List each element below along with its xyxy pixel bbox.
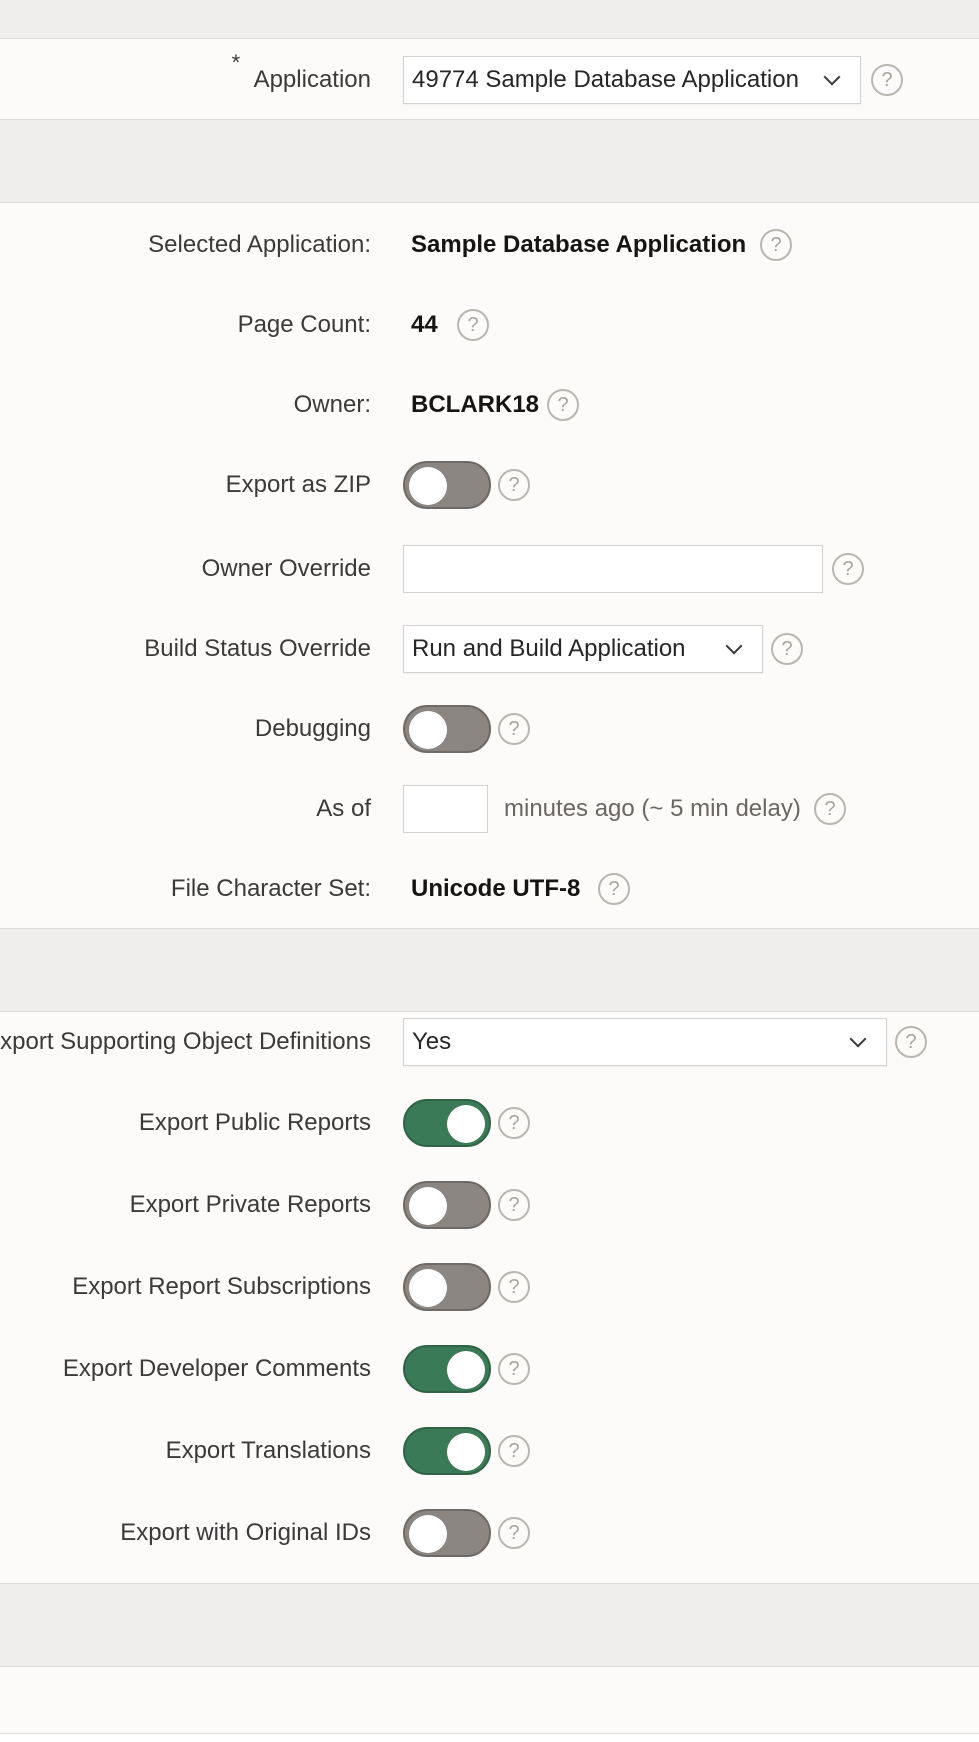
developer-comments-toggle[interactable] bbox=[403, 1345, 491, 1393]
help-icon[interactable]: ? bbox=[498, 1107, 530, 1139]
supporting-objects-label: Export Supporting Object Definitions bbox=[0, 1028, 371, 1055]
public-reports-row: Export Public Reports ? bbox=[0, 1093, 979, 1153]
supporting-objects-row: Export Supporting Object Definitions Yes… bbox=[0, 1012, 979, 1072]
chevron-down-icon bbox=[823, 68, 841, 86]
debugging-row: Debugging ? bbox=[0, 699, 979, 759]
application-details-panel: Selected Application: Sample Database Ap… bbox=[0, 202, 979, 929]
owner-override-input[interactable] bbox=[403, 545, 823, 593]
application-panel: * Application 49774 Sample Database Appl… bbox=[0, 38, 979, 120]
section-header-band bbox=[0, 120, 979, 202]
export-zip-row: Export as ZIP ? bbox=[0, 455, 979, 515]
export-zip-toggle[interactable] bbox=[403, 461, 491, 509]
as-of-label: As of bbox=[316, 795, 371, 822]
owner-label: Owner: bbox=[293, 391, 371, 418]
top-band bbox=[0, 0, 979, 38]
file-charset-value: Unicode UTF-8 bbox=[411, 875, 581, 902]
page-count-label: Page Count: bbox=[237, 311, 371, 338]
help-icon[interactable]: ? bbox=[457, 309, 489, 341]
help-icon[interactable]: ? bbox=[498, 1189, 530, 1221]
help-icon[interactable]: ? bbox=[895, 1026, 927, 1058]
public-reports-toggle[interactable] bbox=[403, 1099, 491, 1147]
help-icon[interactable]: ? bbox=[498, 469, 530, 501]
page-count-value: 44 bbox=[411, 311, 438, 338]
toggle-knob bbox=[409, 467, 447, 505]
toggle-knob bbox=[409, 1515, 447, 1553]
translations-row: Export Translations ? bbox=[0, 1421, 979, 1481]
help-icon[interactable]: ? bbox=[547, 389, 579, 421]
page-count-row: Page Count: 44 ? bbox=[0, 295, 979, 355]
public-reports-label: Export Public Reports bbox=[138, 1109, 371, 1136]
file-charset-label: File Character Set: bbox=[170, 875, 371, 902]
selected-application-row: Selected Application: Sample Database Ap… bbox=[0, 215, 979, 275]
debugging-label: Debugging bbox=[254, 715, 371, 742]
owner-override-row: Owner Override ? bbox=[0, 539, 979, 599]
footer-band bbox=[0, 1584, 979, 1666]
as-of-minutes-input[interactable] bbox=[403, 785, 488, 833]
private-reports-row: Export Private Reports ? bbox=[0, 1175, 979, 1235]
file-charset-row: File Character Set: Unicode UTF-8 ? bbox=[0, 859, 979, 919]
help-icon[interactable]: ? bbox=[871, 64, 903, 96]
build-status-row: Build Status Override Run and Build Appl… bbox=[0, 619, 979, 679]
translations-toggle[interactable] bbox=[403, 1427, 491, 1475]
toggle-knob bbox=[447, 1105, 485, 1143]
owner-override-label: Owner Override bbox=[201, 555, 371, 582]
application-label: * Application bbox=[231, 50, 371, 93]
report-subscriptions-toggle[interactable] bbox=[403, 1263, 491, 1311]
toggle-knob bbox=[447, 1433, 485, 1471]
report-subscriptions-row: Export Report Subscriptions ? bbox=[0, 1257, 979, 1317]
as-of-suffix-text: minutes ago (~ 5 min delay) bbox=[504, 795, 801, 822]
developer-comments-row: Export Developer Comments ? bbox=[0, 1339, 979, 1399]
owner-row: Owner: BCLARK18 ? bbox=[0, 375, 979, 435]
debugging-toggle[interactable] bbox=[403, 705, 491, 753]
private-reports-label: Export Private Reports bbox=[129, 1191, 371, 1218]
application-select[interactable]: 49774 Sample Database Application bbox=[403, 56, 861, 104]
chevron-down-icon bbox=[849, 1030, 867, 1048]
original-ids-row: Export with Original IDs ? bbox=[0, 1503, 979, 1563]
original-ids-label: Export with Original IDs bbox=[120, 1519, 371, 1546]
help-icon[interactable]: ? bbox=[771, 633, 803, 665]
application-select-value: 49774 Sample Database Application bbox=[412, 66, 799, 93]
help-icon[interactable]: ? bbox=[814, 793, 846, 825]
original-ids-toggle[interactable] bbox=[403, 1509, 491, 1557]
as-of-row: As of minutes ago (~ 5 min delay) ? bbox=[0, 779, 979, 839]
help-icon[interactable]: ? bbox=[760, 229, 792, 261]
application-row: * Application 49774 Sample Database Appl… bbox=[0, 50, 979, 110]
developer-comments-label: Export Developer Comments bbox=[62, 1355, 371, 1382]
chevron-down-icon bbox=[725, 637, 743, 655]
required-marker: * bbox=[231, 50, 241, 75]
help-icon[interactable]: ? bbox=[498, 1517, 530, 1549]
selected-application-label: Selected Application: bbox=[148, 231, 371, 258]
private-reports-toggle[interactable] bbox=[403, 1181, 491, 1229]
export-zip-label: Export as ZIP bbox=[225, 471, 371, 498]
build-status-select-value: Run and Build Application bbox=[412, 635, 686, 662]
selected-application-value: Sample Database Application bbox=[411, 231, 747, 258]
help-icon[interactable]: ? bbox=[498, 1271, 530, 1303]
help-icon[interactable]: ? bbox=[832, 553, 864, 585]
owner-value: BCLARK18 bbox=[411, 391, 540, 418]
toggle-knob bbox=[447, 1351, 485, 1389]
export-options-header-band bbox=[0, 929, 979, 1011]
export-options-panel: Export Supporting Object Definitions Yes… bbox=[0, 1011, 979, 1584]
build-status-select[interactable]: Run and Build Application bbox=[403, 625, 763, 673]
toggle-knob bbox=[409, 1269, 447, 1307]
help-icon[interactable]: ? bbox=[498, 1353, 530, 1385]
supporting-objects-select-value: Yes bbox=[412, 1028, 452, 1055]
toggle-knob bbox=[409, 711, 447, 749]
help-icon[interactable]: ? bbox=[498, 713, 530, 745]
supporting-objects-select[interactable]: Yes bbox=[403, 1018, 887, 1066]
translations-label: Export Translations bbox=[165, 1437, 371, 1464]
help-icon[interactable]: ? bbox=[598, 873, 630, 905]
report-subscriptions-label: Export Report Subscriptions bbox=[72, 1273, 371, 1300]
toggle-knob bbox=[409, 1187, 447, 1225]
bottom-panel bbox=[0, 1666, 979, 1734]
build-status-label: Build Status Override bbox=[144, 635, 371, 662]
help-icon[interactable]: ? bbox=[498, 1435, 530, 1467]
